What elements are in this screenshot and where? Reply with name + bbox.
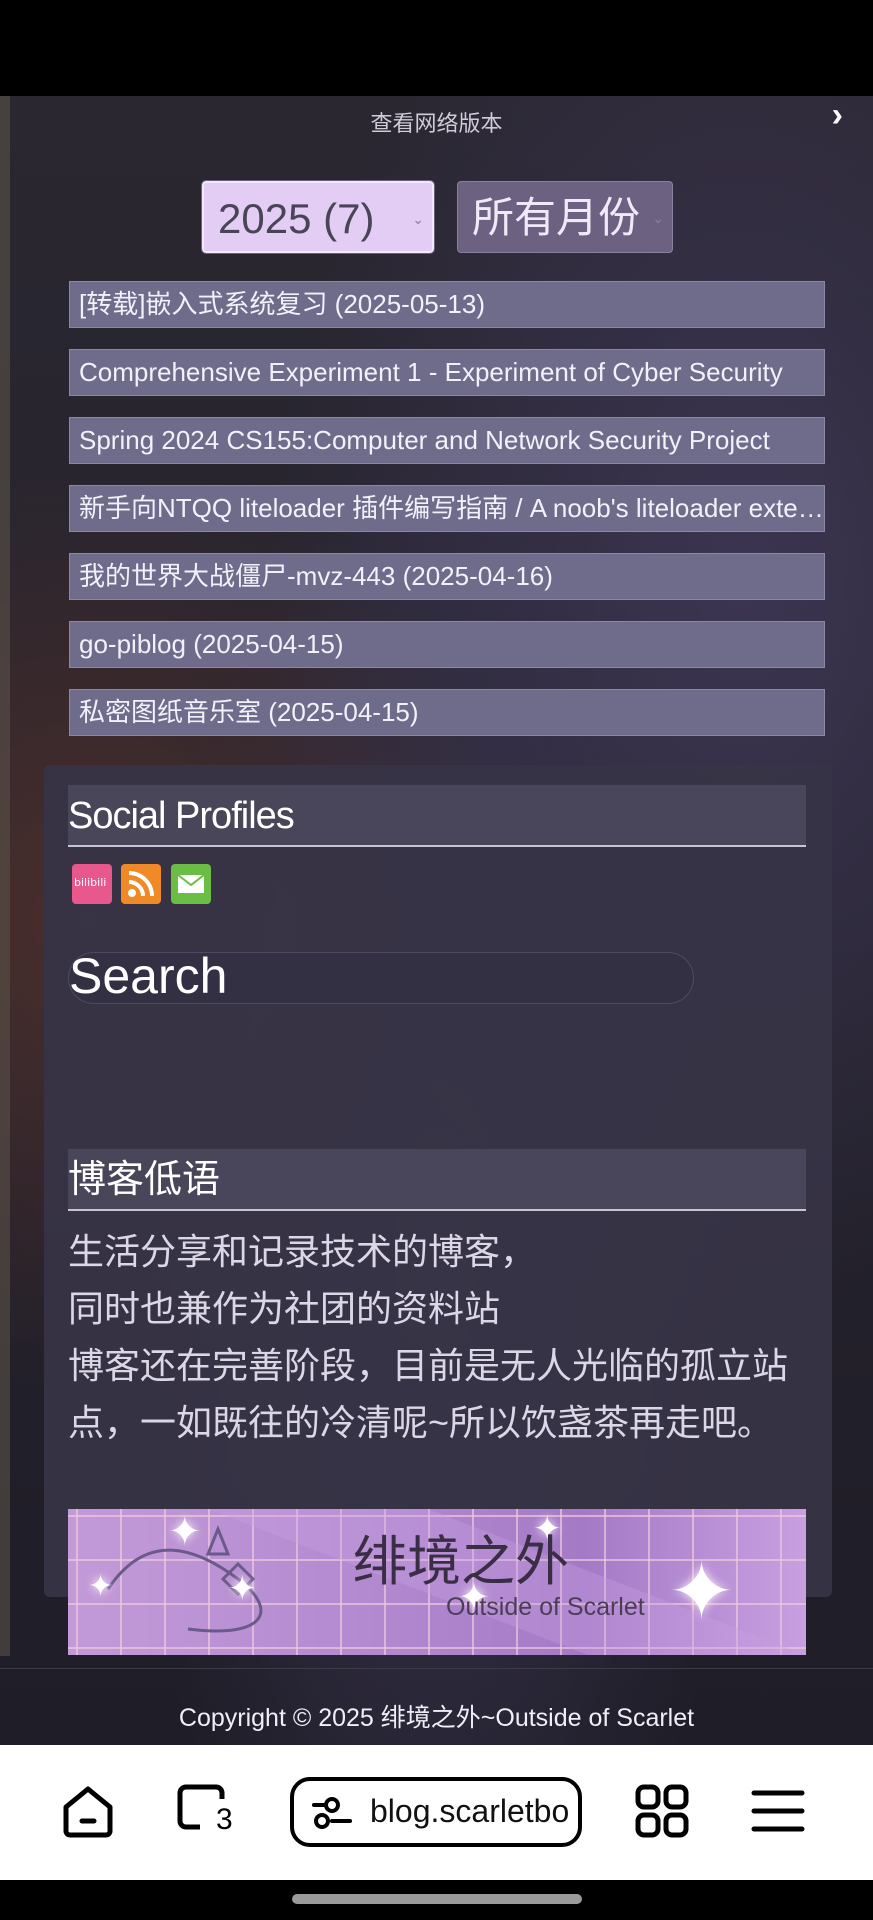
blog-whisper-title: 博客低语 <box>68 1149 806 1211</box>
search-input[interactable] <box>69 951 629 1001</box>
banner-subtitle: Outside of Scarlet <box>446 1593 645 1621</box>
browser-toolbar: 3 blog.scarletbo <box>0 1745 873 1880</box>
post-link[interactable]: 我的世界大战僵尸-mvz-443 (2025-04-16) <box>69 553 825 600</box>
post-link[interactable]: [转载]嵌入式系统复习 (2025-05-13) <box>69 281 825 328</box>
tab-count: 3 <box>216 1803 233 1836</box>
home-icon[interactable] <box>60 1783 116 1844</box>
sidebar: Social Profiles bilibili 博 <box>44 765 832 1655</box>
bilibili-logo-text: bilibili <box>74 876 107 889</box>
year-select-value: 2025 (7) <box>218 195 375 242</box>
gesture-handle[interactable] <box>292 1894 582 1904</box>
blog-banner-image: ✦ ✦ ✦ ✦ ✦ ✦ 绯境之外 Outside of Scarlet <box>68 1509 806 1655</box>
url-text: blog.scarletbo <box>370 1793 570 1829</box>
banner-title: 绯境之外 <box>353 1530 569 1593</box>
chevron-down-icon: ⌄ <box>652 210 664 226</box>
blog-description: 生活分享和记录技术的博客， 同时也兼作为社团的资料站 博客还在完善阶段，目前是无… <box>68 1223 808 1451</box>
footer-divider <box>0 1668 873 1669</box>
social-icons: bilibili <box>72 864 216 904</box>
month-select[interactable]: 所有月份 ⌄ <box>457 181 673 253</box>
tabs-icon[interactable]: 3 <box>176 1783 238 1846</box>
address-bar[interactable]: blog.scarletbo <box>290 1777 582 1847</box>
post-link[interactable]: 私密图纸音乐室 (2025-04-15) <box>69 689 825 736</box>
description-line: 同时也兼作为社团的资料站 <box>68 1288 501 1329</box>
description-line: 生活分享和记录技术的博客， <box>68 1231 537 1272</box>
post-link[interactable]: 新手向NTQQ liteloader 插件编写指南 / A noob's lit… <box>69 485 825 532</box>
social-profiles-title: Social Profiles <box>68 785 806 847</box>
next-arrow-icon[interactable]: › <box>832 96 843 135</box>
view-web-version-link[interactable]: 查看网络版本 <box>0 106 873 138</box>
sparkle-icon: ✦ <box>228 1570 257 1608</box>
chevron-down-icon: ⌄ <box>412 211 424 227</box>
gesture-area <box>0 1880 873 1920</box>
month-select-value: 所有月份 <box>472 194 641 241</box>
post-link[interactable]: Spring 2024 CS155:Computer and Network S… <box>69 417 825 464</box>
mail-glyph <box>177 874 205 893</box>
rss-glyph <box>128 871 155 897</box>
menu-icon[interactable] <box>750 1783 806 1844</box>
rss-icon[interactable] <box>121 864 162 904</box>
post-list: [转载]嵌入式系统复习 (2025-05-13) Comprehensive E… <box>69 281 825 757</box>
copyright-text: Copyright © 2025 绯境之外~Outside of Scarlet <box>178 1704 695 1732</box>
page-edge <box>0 96 10 1656</box>
web-page: 查看网络版本 › 2025 (7) ⌄ 所有月份 ⌄ [转载]嵌入式系统复习 (… <box>0 96 873 1746</box>
post-link[interactable]: go-piblog (2025-04-15) <box>69 621 825 668</box>
sparkle-icon: ✦ <box>668 1547 736 1636</box>
bilibili-icon[interactable]: bilibili <box>72 864 112 904</box>
year-select[interactable]: 2025 (7) ⌄ <box>201 180 435 254</box>
site-settings-icon[interactable] <box>310 1795 354 1836</box>
search-field[interactable] <box>68 951 694 1004</box>
sparkle-icon: ✦ <box>168 1510 202 1554</box>
mail-icon[interactable] <box>170 864 211 904</box>
post-link[interactable]: Comprehensive Experiment 1 - Experiment … <box>69 349 825 396</box>
status-bar <box>0 0 873 96</box>
apps-grid-icon[interactable] <box>634 1783 690 1844</box>
description-line: 博客还在完善阶段，目前是无人光临的孤立站点，一如既往的冷清呢~所以饮盏茶再走吧。 <box>68 1345 789 1443</box>
sparkle-icon: ✦ <box>88 1570 114 1603</box>
